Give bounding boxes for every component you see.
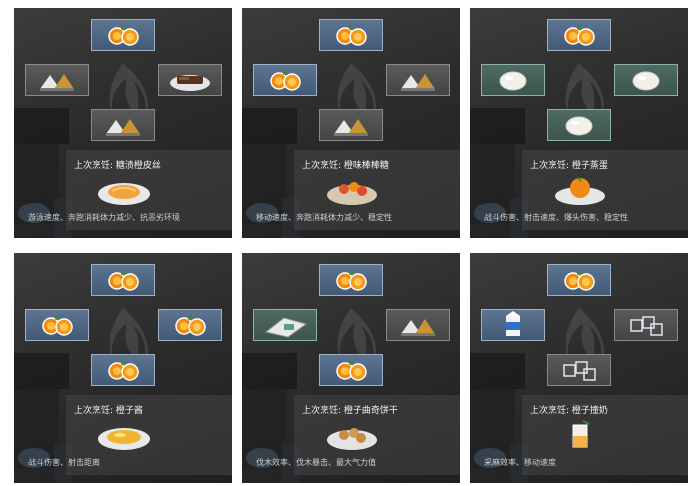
salt-pepper-icon [334, 119, 368, 136]
orange-steamed-egg-icon [555, 177, 605, 205]
orange-icon [564, 25, 595, 46]
last-cooked-label: 上次烹饪: 橙子撞奶 [530, 406, 608, 416]
orange-icon [108, 360, 139, 381]
recipe-panel: 上次烹饪: 橙子撞奶采麻效率、移动速度 [470, 253, 688, 483]
ingredient-slot-right[interactable] [386, 309, 450, 341]
egg-icon [499, 71, 527, 91]
orange-icon [270, 70, 301, 91]
ingredient-slot-left[interactable] [481, 64, 545, 96]
ingredient-slot-right[interactable] [158, 309, 222, 341]
last-cooked-label: 上次烹饪: 橙子蒸蛋 [530, 161, 608, 171]
recipe-panel: 上次烹饪: 糖渍橙皮丝游泳速度、奔跑消耗体力减少、抗恶劣环境 [14, 8, 232, 238]
meat-icon [170, 75, 210, 91]
ingredient-slot-top[interactable] [91, 19, 155, 51]
orange-icon [42, 315, 73, 336]
egg-icon [565, 116, 593, 136]
ingredient-slot-top[interactable] [547, 264, 611, 296]
ingredient-slot-bottom[interactable] [319, 354, 383, 386]
dish-effects-text: 游泳速度、奔跑消耗体力减少、抗恶劣环境 [28, 213, 180, 222]
ice-icon [563, 361, 596, 381]
orange-lollipop-icon [327, 182, 377, 205]
ingredient-slot-right[interactable] [158, 64, 222, 96]
candied-orange-peel-icon [98, 183, 150, 205]
flour-icon [264, 317, 308, 338]
orange-jam-icon [98, 428, 150, 450]
dish-effects-text: 战斗伤害、射击速度、爆头伤害、稳定性 [484, 213, 628, 222]
ingredient-slot-left[interactable] [253, 64, 317, 96]
last-cooked-label: 上次烹饪: 糖渍橙皮丝 [74, 161, 161, 171]
milk-icon [506, 311, 520, 336]
orange-icon [108, 270, 139, 291]
recipe-panel: 上次烹饪: 橙子酱战斗伤害、射击距离 [14, 253, 232, 483]
last-cooked-label: 上次烹饪: 橙子曲奇饼干 [302, 406, 398, 416]
ingredient-slot-left[interactable] [25, 309, 89, 341]
ice-icon [630, 316, 663, 336]
ingredient-slot-top[interactable] [319, 264, 383, 296]
ingredient-slot-bottom[interactable] [319, 109, 383, 141]
ingredient-slot-bottom[interactable] [91, 354, 155, 386]
orange-icon [175, 315, 206, 336]
ingredient-slot-bottom[interactable] [547, 354, 611, 386]
orange-icon [336, 360, 367, 381]
dish-effects-text: 伐木效率、伐木暴击、最大气力值 [256, 458, 376, 467]
orange-icon [336, 25, 367, 46]
orange-cookies-icon [327, 428, 377, 450]
orange-icon [108, 25, 139, 46]
recipe-panel: 上次烹饪: 橙子曲奇饼干伐木效率、伐木暴击、最大气力值 [242, 253, 460, 483]
ingredient-slot-right[interactable] [614, 309, 678, 341]
recipe-panel: 上次烹饪: 橙子蒸蛋战斗伤害、射击速度、爆头伤害、稳定性 [470, 8, 688, 238]
salt-pepper-icon [401, 319, 435, 336]
orange-milk-drink-icon [572, 420, 590, 448]
ingredient-slot-bottom[interactable] [91, 109, 155, 141]
ingredient-slot-left[interactable] [25, 64, 89, 96]
ingredient-slot-top[interactable] [547, 19, 611, 51]
salt-pepper-icon [40, 74, 74, 91]
recipe-panel: 上次烹饪: 橙味棒棒糖移动速度、奔跑消耗体力减少、稳定性 [242, 8, 460, 238]
salt-pepper-icon [106, 119, 140, 136]
ingredient-slot-left[interactable] [253, 309, 317, 341]
ingredient-slot-right[interactable] [614, 64, 678, 96]
salt-pepper-icon [401, 74, 435, 91]
last-cooked-label: 上次烹饪: 橙子酱 [74, 406, 143, 416]
ingredient-slot-top[interactable] [319, 19, 383, 51]
dish-effects-text: 移动速度、奔跑消耗体力减少、稳定性 [256, 213, 392, 222]
egg-icon [632, 71, 660, 91]
ingredient-slot-top[interactable] [91, 264, 155, 296]
orange-icon [564, 270, 595, 291]
last-cooked-label: 上次烹饪: 橙味棒棒糖 [302, 161, 389, 171]
ingredient-slot-left[interactable] [481, 309, 545, 341]
ingredient-slot-bottom[interactable] [547, 109, 611, 141]
dish-effects-text: 采麻效率、移动速度 [484, 458, 556, 467]
ingredient-slot-right[interactable] [386, 64, 450, 96]
orange-icon [336, 270, 367, 291]
dish-effects-text: 战斗伤害、射击距离 [28, 458, 100, 467]
